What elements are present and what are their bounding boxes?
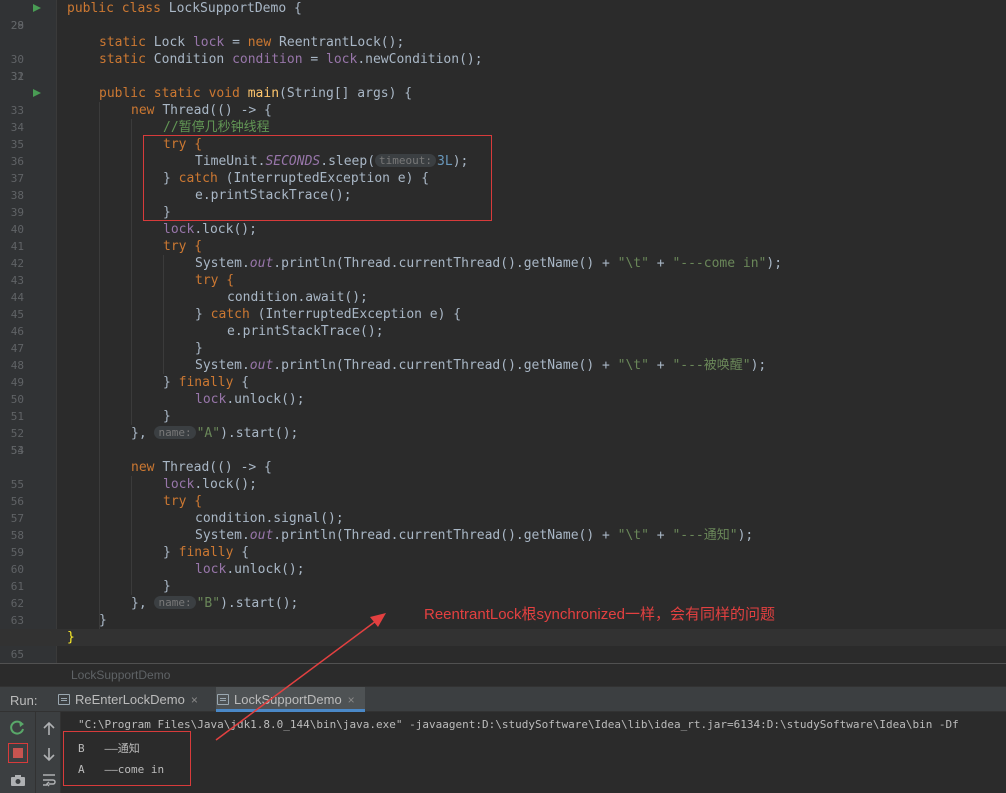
breadcrumb[interactable]: LockSupportDemo — [0, 663, 1006, 686]
parameter-hint: name: — [154, 426, 196, 439]
code-line-42[interactable]: 42 try { — [0, 238, 1006, 270]
code-line-35[interactable]: 35 //暂停几秒钟线程 — [0, 119, 1006, 151]
code-line-53[interactable]: 53 }, name: "A").start(); — [0, 425, 1006, 457]
console-toolbar-primary — [0, 712, 36, 793]
run-console[interactable]: "C:\Program Files\Java\jdk1.8.0_144\bin\… — [0, 712, 1006, 793]
line-number: 32 — [10, 70, 24, 83]
code-line-41[interactable]: 41 lock.lock(); — [0, 221, 1006, 253]
code-line-50[interactable]: 50 } finally { — [0, 374, 1006, 406]
code-line-28[interactable]: 28 public class LockSupportDemo { — [0, 0, 1006, 32]
camera-icon[interactable] — [8, 770, 28, 790]
code-line-47[interactable]: 47 e.printStackTrace(); — [0, 323, 1006, 355]
scroll-down-icon[interactable] — [39, 744, 59, 764]
code-line-29[interactable]: 29 — [0, 17, 1006, 34]
line-number: 54 — [10, 444, 24, 457]
code-line-34[interactable]: 34 new Thread(() -> { — [0, 102, 1006, 134]
run-label: Run: — [10, 693, 38, 708]
code-line-54[interactable]: 54 — [0, 442, 1006, 459]
run-arrow-icon[interactable] — [33, 4, 41, 12]
stop-icon — [13, 748, 23, 758]
code-line-62[interactable]: 62 } — [0, 578, 1006, 610]
tab-label: ReEnterLockDemo — [75, 692, 185, 707]
code-line-31[interactable]: 31 static Condition condition = lock.new… — [0, 51, 1006, 83]
run-tool-window-header: Run: ReEnterLockDemo × LockSupportDemo × — [0, 686, 1006, 712]
code-line-46[interactable]: 46 } catch (InterruptedException e) { — [0, 306, 1006, 338]
code-line-30[interactable]: 30 static Lock lock = new ReentrantLock(… — [0, 34, 1006, 66]
close-icon[interactable]: × — [191, 693, 198, 707]
code-line-55[interactable]: 55 new Thread(() -> { — [0, 459, 1006, 491]
console-command-line: "C:\Program Files\Java\jdk1.8.0_144\bin\… — [78, 718, 959, 731]
code-line-43[interactable]: 43 System.out.println(Thread.currentThre… — [0, 255, 1006, 287]
run-arrow-icon[interactable] — [33, 89, 41, 97]
code-line-59[interactable]: 59 System.out.println(Thread.currentThre… — [0, 527, 1006, 559]
line-number: 29 — [10, 19, 24, 32]
code-editor[interactable]: 28 public class LockSupportDemo { 29 30 … — [0, 0, 1006, 663]
code-line-45[interactable]: 45 condition.await(); — [0, 289, 1006, 321]
parameter-hint: name: — [154, 596, 196, 609]
close-icon[interactable]: × — [348, 693, 355, 707]
code-line-33[interactable]: 33 public static void main(String[] args… — [0, 85, 1006, 117]
code-line-65[interactable]: 65 } — [0, 629, 1006, 661]
code-line-60[interactable]: 60 } finally { — [0, 544, 1006, 576]
console-tab-icon — [58, 694, 70, 705]
tab-label: LockSupportDemo — [234, 692, 342, 707]
code-line-66[interactable]: 66 — [0, 646, 1006, 663]
code-line-61[interactable]: 61 lock.unlock(); — [0, 561, 1006, 593]
code-line-44[interactable]: 44 try { — [0, 272, 1006, 304]
tab-reenterlockdemo[interactable]: ReEnterLockDemo × — [57, 687, 198, 712]
annotation-note: ReentrantLock根synchronized一样，会有同样的问题 — [424, 606, 775, 623]
code-line-48[interactable]: 48 } — [0, 340, 1006, 372]
scroll-up-icon[interactable] — [39, 719, 59, 739]
code-line-49[interactable]: 49 System.out.println(Thread.currentThre… — [0, 357, 1006, 389]
highlight-box-output — [63, 731, 191, 786]
code-line-51[interactable]: 51 lock.unlock(); — [0, 391, 1006, 423]
console-tab-icon — [217, 694, 229, 705]
code-line-56[interactable]: 56 lock.lock(); — [0, 476, 1006, 508]
stop-button[interactable] — [8, 743, 28, 763]
rerun-icon[interactable] — [8, 718, 28, 738]
code-line-32[interactable]: 32 — [0, 68, 1006, 85]
soft-wrap-icon[interactable] — [39, 770, 59, 790]
tab-locksupportdemo[interactable]: LockSupportDemo × — [216, 687, 365, 712]
highlight-box-sleep-block — [143, 135, 492, 221]
console-toolbar-secondary — [36, 712, 61, 793]
code-line-52[interactable]: 52 } — [0, 408, 1006, 440]
code-line-58[interactable]: 58 condition.signal(); — [0, 510, 1006, 542]
code-line-57[interactable]: 57 try { — [0, 493, 1006, 525]
